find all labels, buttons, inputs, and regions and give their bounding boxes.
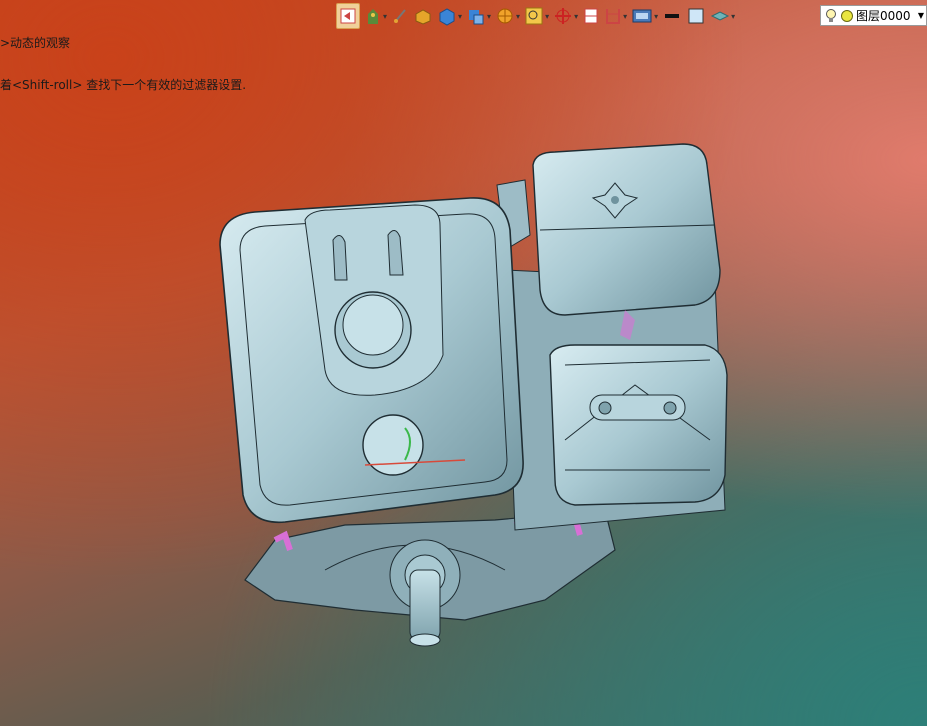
line-style-icon [665,14,680,18]
command-prompt-line2: 着<Shift-roll> 查找下一个有效的过滤器设置. [0,78,247,92]
undo-view-button[interactable] [336,3,360,29]
layer-color-icon [841,9,853,22]
view-orientation-button[interactable]: ▾ [466,4,491,28]
air-filter [532,143,721,316]
layer-select[interactable]: 图层0000 ▼ [820,5,927,26]
pan-icon [368,9,378,24]
color-swatch-button[interactable] [686,4,706,28]
layer-select-value: 图层0000 [856,9,911,23]
shaded-solid-icon [415,9,431,25]
snap-icon [497,8,513,24]
view-orientation-icon [469,10,484,25]
move-button[interactable]: ▾ [553,4,578,28]
color-swatch-icon [688,8,704,24]
solid-box-button[interactable]: ▾ [437,4,462,28]
chevron-down-icon[interactable]: ▼ [918,11,924,20]
fuel-tank [219,197,524,524]
section-view-button[interactable] [582,4,600,28]
frame-button[interactable]: ▾ [604,4,627,28]
snap-point-button[interactable] [391,4,409,28]
undo-view-icon [340,8,356,24]
pan-button[interactable]: ▾ [364,4,387,28]
snap-point-icon [394,9,406,23]
shaded-solid-button[interactable] [413,4,433,28]
line-style-button[interactable] [662,4,682,28]
snap-button[interactable]: ▾ [495,4,520,28]
engine-model[interactable] [215,140,755,660]
section-view-icon [584,8,598,24]
frame-icon [606,9,621,24]
command-prompt-line1: >动态的观察 [0,36,71,50]
display-icon [632,9,652,23]
display-button[interactable]: ▾ [631,4,658,28]
solid-box-icon [439,8,455,26]
layer-display-icon [711,11,730,21]
layer-display-button[interactable]: ▾ [710,4,735,28]
lightbulb-icon [826,8,836,22]
zoom-button[interactable]: ▾ [524,4,549,28]
zoom-icon [525,7,543,25]
move-icon [555,8,572,24]
command-prompt: >动态的观察 着<Shift-roll> 查找下一个有效的过滤器设置. [0,8,246,106]
